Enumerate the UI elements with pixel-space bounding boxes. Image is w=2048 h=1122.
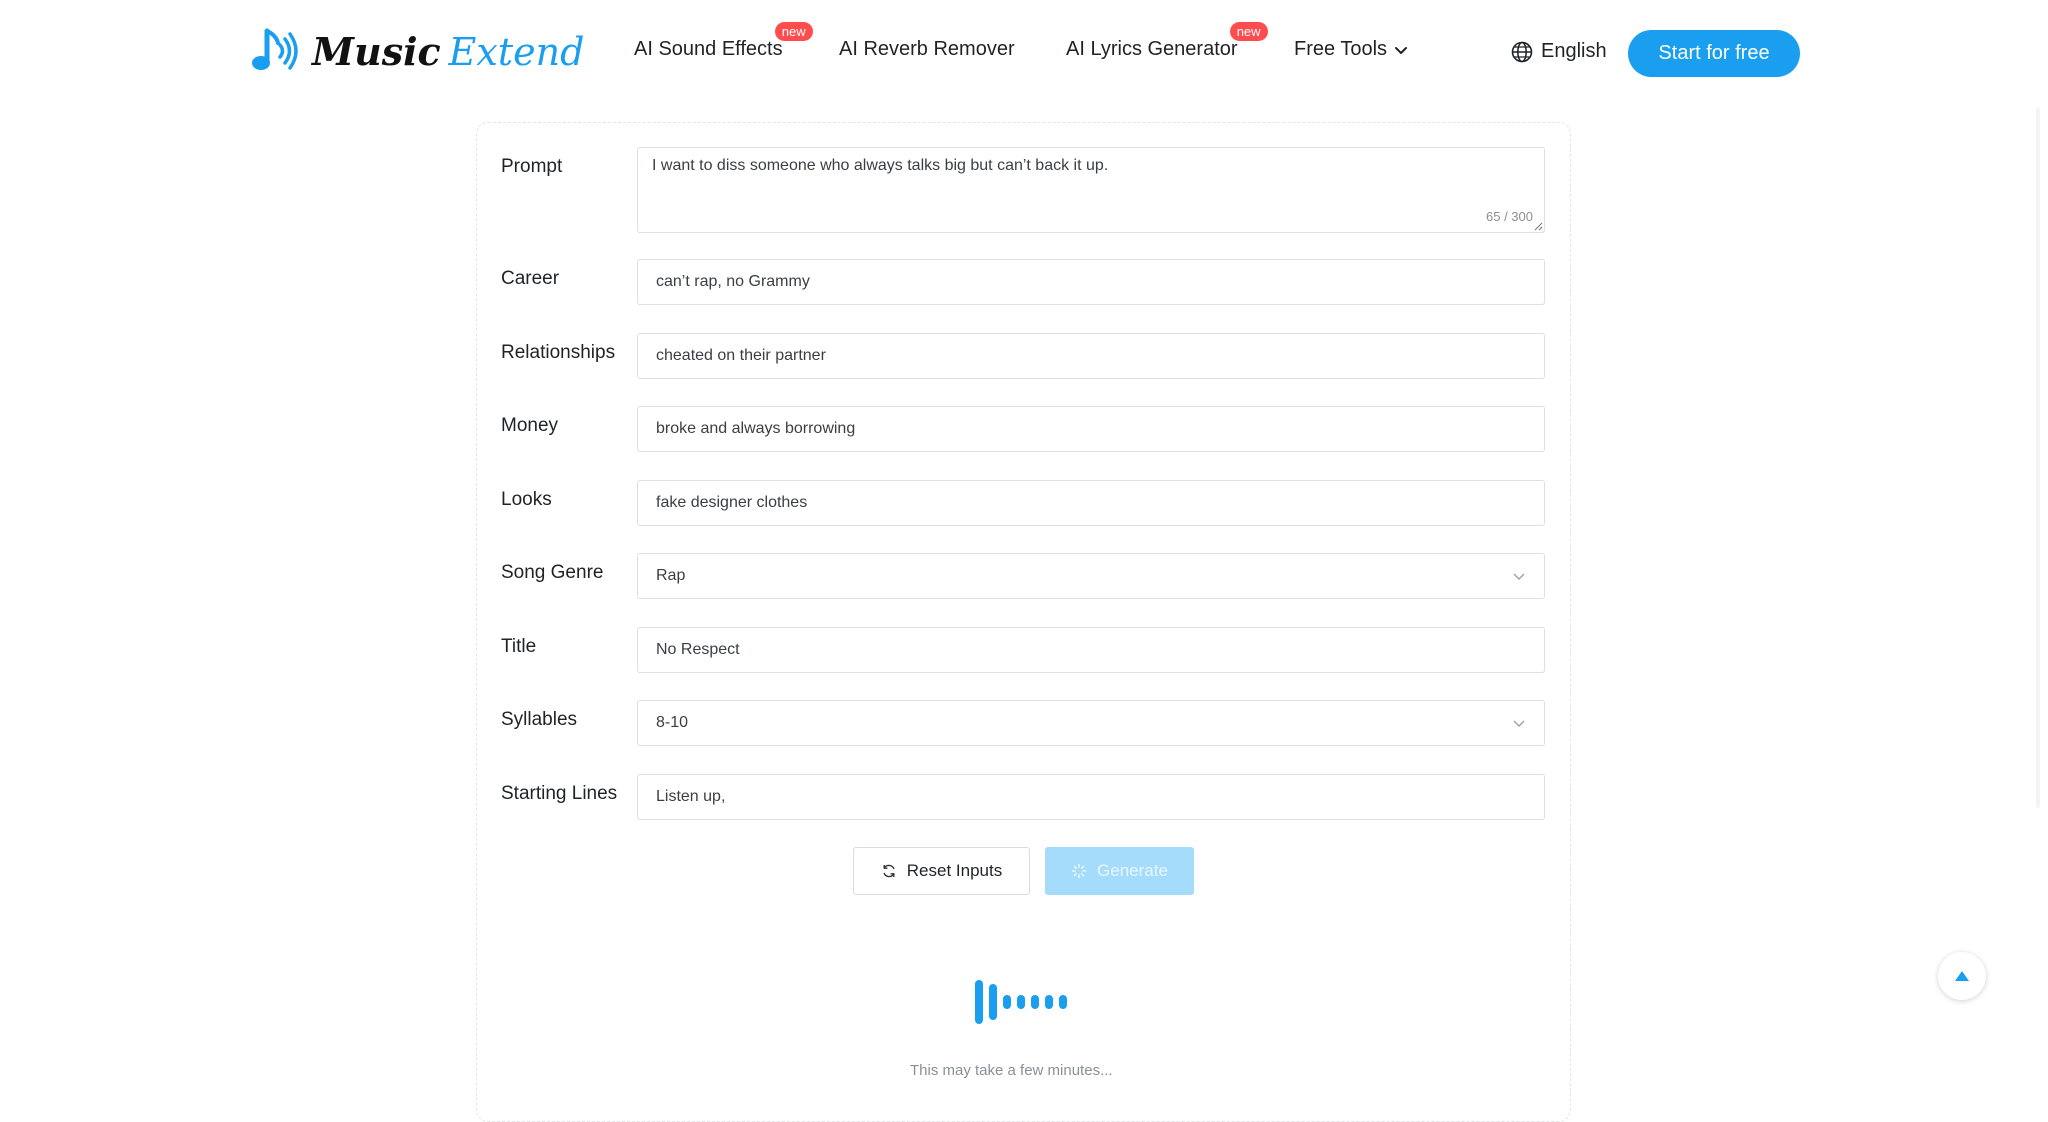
new-badge: new xyxy=(1229,22,1268,41)
career-value: can’t rap, no Grammy xyxy=(656,273,810,290)
title-input[interactable]: No Respect xyxy=(637,627,1545,673)
brand-logo[interactable]: Music Extend xyxy=(252,24,584,78)
language-label: English xyxy=(1541,40,1607,62)
chevron-down-icon xyxy=(1513,720,1525,727)
starting-lines-input[interactable]: Listen up, xyxy=(637,774,1545,820)
reset-inputs-button[interactable]: Reset Inputs xyxy=(853,847,1030,895)
language-selector[interactable]: English xyxy=(1511,40,1607,63)
money-value: broke and always borrowing xyxy=(656,420,856,437)
new-badge: new xyxy=(774,22,813,41)
globe-icon xyxy=(1511,41,1533,62)
nav-item-label: Free Tools xyxy=(1294,38,1388,60)
nav-free-tools-dropdown[interactable]: Free Tools xyxy=(1294,38,1409,61)
title-label: Title xyxy=(501,636,537,657)
starting-lines-label: Starting Lines xyxy=(501,783,618,804)
prompt-textarea[interactable]: I want to diss someone who always talks … xyxy=(637,147,1545,233)
chevron-down-icon xyxy=(1513,573,1525,580)
spinner-icon xyxy=(1071,863,1087,879)
nav-item-label: AI Lyrics Generator xyxy=(1066,38,1238,60)
song-genre-select[interactable]: Rap xyxy=(637,553,1545,599)
syllables-label: Syllables xyxy=(501,709,578,730)
prompt-value: I want to diss someone who always talks … xyxy=(652,157,1109,174)
resize-handle-icon[interactable] xyxy=(1534,222,1543,231)
audio-wave-loader-icon xyxy=(975,980,1067,1024)
nav-item-label: AI Sound Effects xyxy=(634,38,783,60)
money-input[interactable]: broke and always borrowing xyxy=(637,406,1545,452)
looks-value: fake designer clothes xyxy=(656,494,808,511)
brand-word-2: Extend xyxy=(448,29,585,74)
generate-button[interactable]: Generate xyxy=(1045,847,1194,895)
chevron-down-icon xyxy=(1395,46,1408,54)
title-value: No Respect xyxy=(656,641,740,658)
start-for-free-button[interactable]: Start for free xyxy=(1628,30,1800,77)
career-input[interactable]: can’t rap, no Grammy xyxy=(637,259,1545,305)
starting-lines-value: Listen up, xyxy=(656,788,726,805)
syllables-select[interactable]: 8-10 xyxy=(637,700,1545,746)
brand-name: Music Extend xyxy=(312,29,584,74)
site-header: Music Extend AI Sound Effects new AI Reve… xyxy=(0,0,2048,106)
prompt-label: Prompt xyxy=(501,156,563,177)
back-to-top-button[interactable] xyxy=(1938,952,1986,1000)
arrow-up-icon xyxy=(1955,971,1969,981)
song-genre-value: Rap xyxy=(656,567,686,584)
looks-input[interactable]: fake designer clothes xyxy=(637,480,1545,526)
generate-label: Generate xyxy=(1097,861,1168,880)
page-scrollbar[interactable] xyxy=(2036,108,2040,808)
relationships-value: cheated on their partner xyxy=(656,347,826,364)
song-genre-label: Song Genre xyxy=(501,562,604,583)
money-label: Money xyxy=(501,415,559,436)
nav-ai-reverb-remover[interactable]: AI Reverb Remover xyxy=(839,38,1015,61)
nav-ai-sound-effects[interactable]: AI Sound Effects new xyxy=(634,22,813,61)
looks-label: Looks xyxy=(501,489,552,510)
music-note-logo-icon xyxy=(252,28,298,70)
character-counter: 65 / 300 xyxy=(1486,209,1533,224)
nav-ai-lyrics-generator[interactable]: AI Lyrics Generator new xyxy=(1066,22,1268,61)
relationships-label: Relationships xyxy=(501,342,616,363)
refresh-icon xyxy=(883,864,895,878)
career-label: Career xyxy=(501,268,560,289)
syllables-value: 8-10 xyxy=(656,714,689,731)
brand-word-1: Music xyxy=(312,28,441,74)
reset-inputs-label: Reset Inputs xyxy=(906,861,1003,880)
lyrics-form-card: Prompt I want to diss someone who always… xyxy=(476,122,1571,1122)
wait-note: This may take a few minutes... xyxy=(910,1062,1113,1079)
nav-item-label: AI Reverb Remover xyxy=(839,38,1015,60)
relationships-input[interactable]: cheated on their partner xyxy=(637,333,1545,379)
